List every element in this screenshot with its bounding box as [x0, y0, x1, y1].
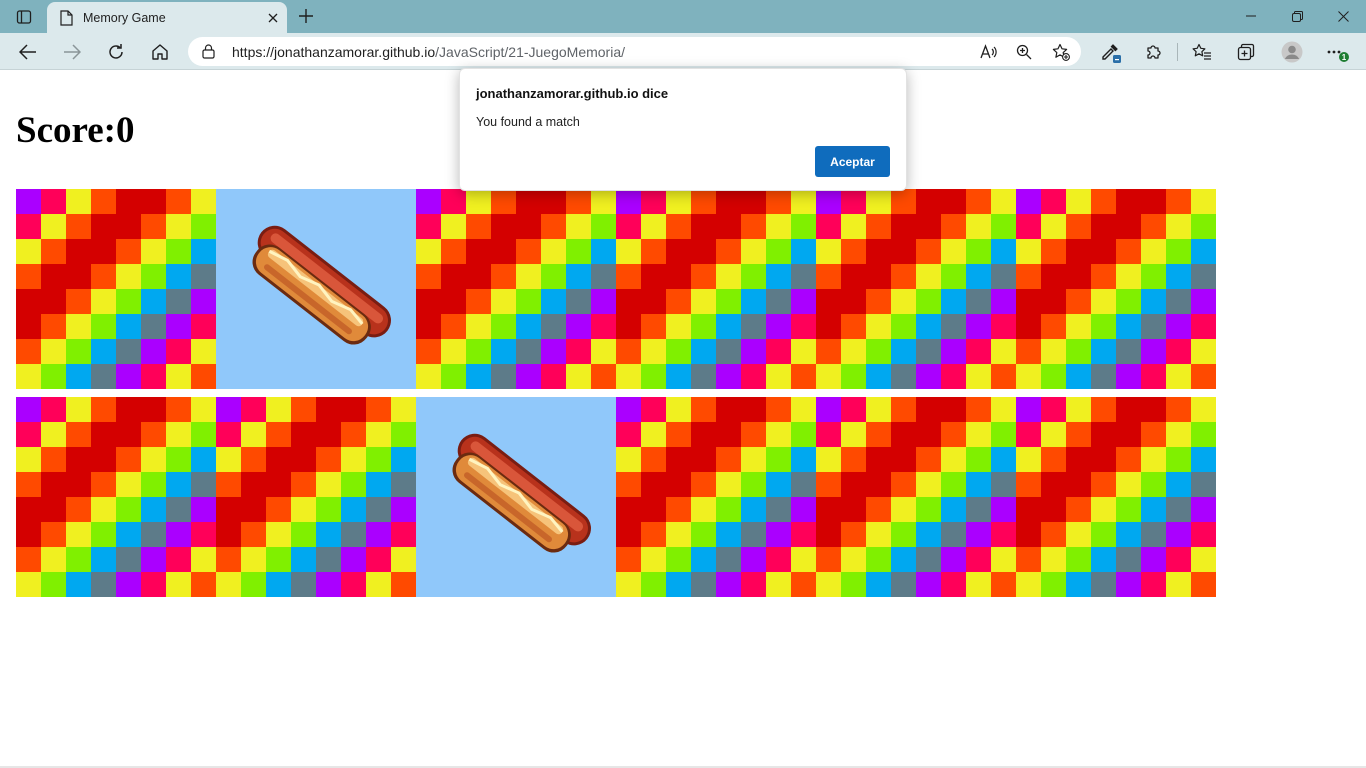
- toolbar-separator: [1177, 43, 1178, 61]
- card-back[interactable]: [416, 189, 616, 389]
- home-button[interactable]: [144, 36, 176, 68]
- arrow-right-icon: [64, 44, 81, 60]
- tab-actions-icon: [16, 10, 32, 24]
- eyedropper-icon: [1102, 44, 1121, 63]
- close-window-button[interactable]: [1320, 0, 1366, 32]
- forward-button[interactable]: [56, 36, 88, 68]
- add-favorite-button[interactable]: [1048, 39, 1074, 65]
- page-icon: [60, 9, 73, 26]
- card-back[interactable]: [1016, 189, 1216, 389]
- score-heading: Score:0: [16, 109, 135, 152]
- collections-icon: [1237, 43, 1255, 61]
- collections-button[interactable]: [1230, 36, 1262, 68]
- card-back[interactable]: [216, 397, 416, 597]
- more-icon: 1: [1327, 50, 1349, 62]
- score-value: 0: [116, 110, 135, 151]
- zoom-button[interactable]: [1011, 39, 1037, 65]
- close-icon: [1337, 10, 1349, 22]
- dialog-title: jonathanzamorar.github.io dice: [476, 86, 669, 101]
- card-back[interactable]: [816, 189, 1016, 389]
- refresh-icon: [109, 44, 123, 59]
- update-badge-count: 1: [1342, 53, 1347, 62]
- zoom-in-icon: [1016, 44, 1032, 60]
- card-hotdog[interactable]: [416, 397, 616, 597]
- minimize-icon: [1246, 15, 1256, 17]
- browser-toolbar: https://jonathanzamorar.github.io/JavaSc…: [0, 33, 1366, 70]
- card-back[interactable]: [616, 397, 816, 597]
- card-row: [16, 397, 1216, 597]
- card-hotdog[interactable]: [216, 189, 416, 389]
- accept-button[interactable]: Aceptar: [815, 146, 890, 177]
- read-aloud-button[interactable]: [976, 39, 1002, 65]
- game-board: [16, 189, 1216, 597]
- minimize-button[interactable]: [1228, 0, 1274, 32]
- card-row: [16, 189, 1216, 389]
- close-icon: [268, 13, 278, 22]
- card-back[interactable]: [816, 397, 1016, 597]
- puzzle-icon: [1147, 45, 1161, 59]
- home-icon: [152, 44, 168, 60]
- settings-menu-button[interactable]: 1: [1322, 36, 1354, 68]
- read-aloud-icon: [980, 44, 997, 59]
- new-tab-button[interactable]: [292, 3, 320, 29]
- tab-title: Memory Game: [83, 10, 166, 25]
- favorites-button[interactable]: [1186, 36, 1218, 68]
- card-back[interactable]: [16, 397, 216, 597]
- favorites-icon: [1192, 43, 1211, 60]
- avatar-icon: [1281, 41, 1303, 63]
- address-bar[interactable]: https://jonathanzamorar.github.io/JavaSc…: [188, 37, 1081, 66]
- lock-icon[interactable]: [202, 44, 215, 64]
- alert-dialog: jonathanzamorar.github.io dice You found…: [459, 68, 907, 191]
- refresh-button[interactable]: [100, 36, 132, 68]
- extensions-button[interactable]: [1138, 36, 1170, 68]
- url-host: https://jonathanzamorar.github.io: [232, 44, 436, 60]
- tab-memory-game[interactable]: Memory Game: [47, 2, 287, 33]
- card-back[interactable]: [16, 189, 216, 389]
- dialog-message: You found a match: [476, 115, 580, 129]
- card-back[interactable]: [616, 189, 816, 389]
- card-back[interactable]: [1016, 397, 1216, 597]
- restore-button[interactable]: [1274, 0, 1320, 32]
- arrow-left-icon: [19, 44, 36, 60]
- plus-icon: [299, 9, 313, 23]
- score-label: Score:: [16, 110, 116, 151]
- browser-titlebar: Memory Game: [0, 0, 1366, 33]
- profile-button[interactable]: [1276, 36, 1308, 68]
- extension-button[interactable]: [1094, 36, 1126, 68]
- back-button[interactable]: [12, 36, 44, 68]
- restore-icon: [1291, 10, 1303, 22]
- url-text[interactable]: https://jonathanzamorar.github.io/JavaSc…: [232, 44, 625, 60]
- tab-close-button[interactable]: [259, 4, 287, 32]
- star-add-icon: [1052, 43, 1070, 61]
- tab-actions-button[interactable]: [8, 4, 40, 30]
- url-path: /JavaScript/21-JuegoMemoria/: [435, 44, 626, 60]
